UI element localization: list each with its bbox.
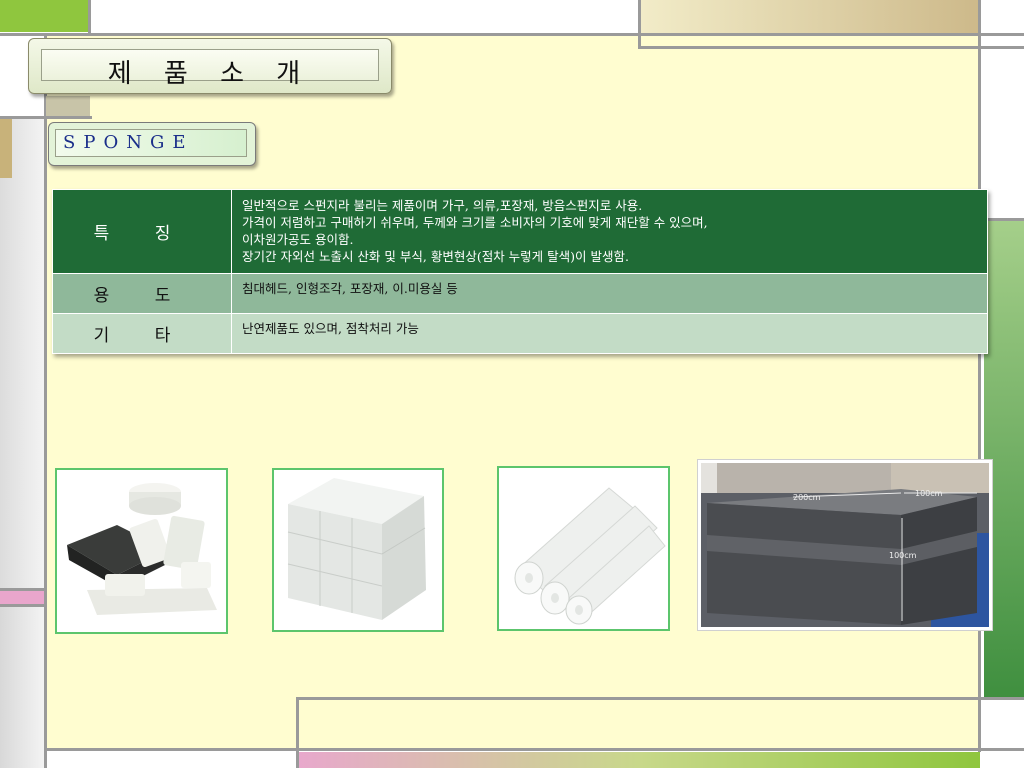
grid-line	[638, 0, 641, 48]
sponge-blocks-image	[57, 470, 226, 632]
row-header-other: 기 타	[52, 313, 232, 354]
feature-line: 일반적으로 스펀지라 불리는 제품이며 가구, 의류,포장재, 방음스펀지로 사…	[242, 198, 643, 213]
grid-line	[44, 748, 1024, 751]
page-title: 제 품 소 개	[107, 59, 313, 89]
grid-line	[978, 0, 981, 752]
feature-line: 가격이 저렴하고 구매하기 쉬우며, 두께와 크기를 소비자의 기호에 맞게 재…	[242, 215, 708, 230]
sponge-blocks-photo	[55, 468, 228, 634]
decor-gold-strip	[0, 118, 12, 178]
grid-line	[0, 604, 45, 607]
table-row: 용 도 침대헤드, 인형조각, 포장재, 이.미용실 등	[52, 273, 988, 314]
row-content-other: 난연제품도 있으며, 점착처리 가능	[231, 313, 988, 354]
decor-gray-block-lower	[0, 606, 45, 768]
row-header-uses: 용 도	[52, 273, 232, 314]
dimension-label: 200cm	[793, 493, 821, 502]
white-sponge-stack-photo	[272, 468, 444, 632]
title-banner: 제 품 소 개	[28, 38, 392, 94]
row-content-features: 일반적으로 스펀지라 불리는 제품이며 가구, 의류,포장재, 방음스펀지로 사…	[231, 189, 988, 274]
feature-line: 장기간 자외선 노출시 산화 및 부식, 황변현상(점차 누렇게 탈색)이 발생…	[242, 249, 629, 264]
grid-line	[296, 698, 299, 768]
foam-block-factory-photo: 200cm 100cm 100cm	[698, 460, 992, 630]
row-header-features: 특 징	[52, 189, 232, 274]
sponge-rolls-image	[499, 468, 668, 629]
decor-bottom-gradient	[298, 752, 980, 768]
section-label-box: SPONGE	[48, 122, 256, 166]
grid-line	[0, 33, 1024, 36]
decor-gray-block	[0, 118, 45, 590]
sponge-rolls-photo	[497, 466, 670, 631]
foam-block-image	[701, 463, 989, 627]
row-content-uses: 침대헤드, 인형조각, 포장재, 이.미용실 등	[231, 273, 988, 314]
grid-line	[88, 0, 91, 36]
table-row: 기 타 난연제품도 있으며, 점착처리 가능	[52, 313, 988, 354]
other-line: 난연제품도 있으며, 점착처리 가능	[242, 321, 419, 336]
sponge-stack-image	[274, 470, 442, 630]
grid-line	[0, 588, 45, 591]
decor-gold-block	[640, 0, 980, 34]
uses-line: 침대헤드, 인형조각, 포장재, 이.미용실 등	[242, 281, 458, 296]
product-info-table: 특 징 일반적으로 스펀지라 불리는 제품이며 가구, 의류,포장재, 방음스펀…	[52, 189, 988, 354]
decor-green-block	[0, 0, 90, 32]
grid-line	[296, 697, 1024, 700]
feature-line: 이차원가공도 용이함.	[242, 232, 354, 247]
grid-line	[44, 36, 47, 768]
decor-tan-block	[46, 96, 90, 116]
dimension-label: 100cm	[915, 489, 943, 498]
grid-line	[638, 46, 1024, 49]
dimension-label: 100cm	[889, 551, 917, 560]
table-row: 특 징 일반적으로 스펀지라 불리는 제품이며 가구, 의류,포장재, 방음스펀…	[52, 189, 988, 274]
grid-line	[0, 116, 92, 119]
section-label: SPONGE	[63, 132, 194, 153]
